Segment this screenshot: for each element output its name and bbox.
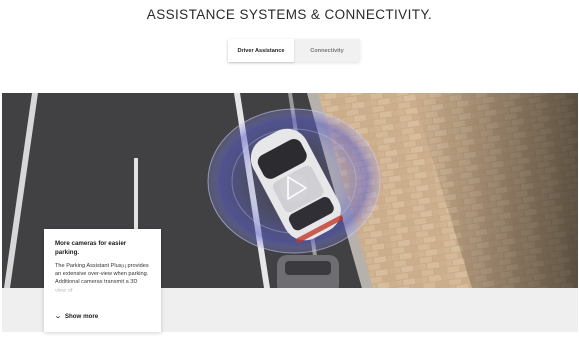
- tab-driver-assistance[interactable]: Driver Assistance: [228, 39, 294, 62]
- tab-bar: Driver Assistance Connectivity: [228, 39, 360, 62]
- show-more-label: Show more: [64, 312, 99, 320]
- card-text-part: The Parking Assistant Plus: [55, 263, 122, 269]
- play-icon[interactable]: [280, 174, 308, 202]
- card-text: The Parking Assistant Plus[1] provides a…: [55, 262, 150, 295]
- feature-card: More cameras for easier parking. The Par…: [44, 229, 161, 332]
- page-title: ASSISTANCE SYSTEMS & CONNECTIVITY.: [146, 7, 433, 22]
- chevron-down-icon: ⌄: [53, 313, 63, 320]
- tab-connectivity[interactable]: Connectivity: [294, 39, 360, 62]
- show-more-button[interactable]: ⌄ Show more: [53, 312, 99, 321]
- card-title: More cameras for easier parking.: [55, 240, 127, 256]
